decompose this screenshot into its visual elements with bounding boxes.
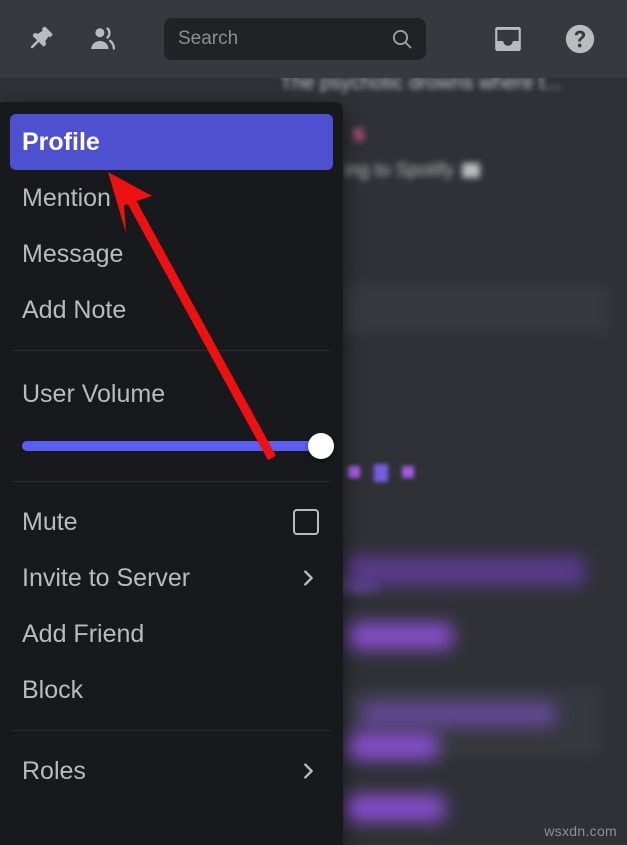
spotify-status-icon (461, 163, 480, 178)
menu-item-label: Message (22, 239, 124, 268)
menu-divider (12, 350, 331, 351)
menu-item-add-note[interactable]: Add Note (10, 282, 333, 338)
member-name-text: s (352, 120, 366, 147)
menu-divider (12, 481, 331, 482)
slider-fill (22, 441, 321, 451)
user-volume-section: User Volume (0, 363, 343, 469)
search-input[interactable] (178, 28, 412, 50)
message-preview-text: The psychotic drowns where t... (280, 78, 562, 94)
status-dot (402, 466, 414, 478)
chevron-right-icon (297, 567, 319, 589)
member-row-blob[interactable] (348, 623, 453, 649)
slider-thumb[interactable] (308, 433, 334, 459)
menu-divider (12, 730, 331, 731)
menu-item-profile[interactable]: Profile (10, 114, 333, 170)
menu-item-label: Invite to Server (22, 563, 191, 592)
member-status-text: ing to Spotify (344, 160, 454, 181)
menu-item-label: Mention (22, 183, 111, 212)
toolbar-left-group (18, 16, 426, 62)
menu-item-label: Mute (22, 507, 78, 536)
member-name-fragment: s (352, 120, 365, 148)
inbox-icon[interactable] (485, 16, 531, 62)
member-status-row: ing to Spotify (344, 160, 480, 182)
members-icon[interactable] (80, 16, 126, 62)
menu-item-add-friend[interactable]: Add Friend (10, 606, 333, 662)
member-row-hover[interactable] (340, 283, 610, 335)
menu-item-label: Block (22, 675, 84, 704)
menu-item-label: Profile (22, 127, 100, 156)
member-row-blob[interactable] (345, 795, 445, 821)
menu-item-label: Add Friend (22, 619, 145, 648)
member-row-blob[interactable] (345, 556, 585, 586)
menu-item-mute[interactable]: Mute (10, 494, 333, 550)
status-dot (374, 464, 388, 482)
search-icon (390, 27, 414, 51)
member-row-blob[interactable] (360, 703, 555, 725)
menu-item-roles[interactable]: Roles (10, 743, 333, 799)
menu-item-message[interactable]: Message (10, 226, 333, 282)
search-box[interactable] (164, 18, 426, 60)
pin-icon[interactable] (18, 16, 64, 62)
toolbar-right-group (485, 16, 609, 62)
discord-app-window: The psychotic drowns where t... s ing to… (0, 0, 627, 845)
chevron-right-icon (297, 760, 319, 782)
menu-item-label: Add Note (22, 295, 127, 324)
user-volume-slider[interactable] (22, 433, 334, 459)
menu-item-label: Roles (22, 756, 86, 785)
member-row-blob[interactable] (348, 733, 438, 759)
help-icon[interactable] (557, 16, 603, 62)
menu-item-mention[interactable]: Mention (10, 170, 333, 226)
user-volume-label: User Volume (22, 380, 166, 408)
top-toolbar (0, 0, 627, 78)
status-dot (348, 466, 360, 478)
mute-checkbox[interactable] (293, 509, 319, 535)
menu-item-block[interactable]: Block (10, 662, 333, 718)
watermark: wsxdn.com (544, 823, 617, 839)
user-context-menu: Profile Mention Message Add Note User Vo… (0, 102, 343, 845)
menu-item-invite-to-server[interactable]: Invite to Server (10, 550, 333, 606)
